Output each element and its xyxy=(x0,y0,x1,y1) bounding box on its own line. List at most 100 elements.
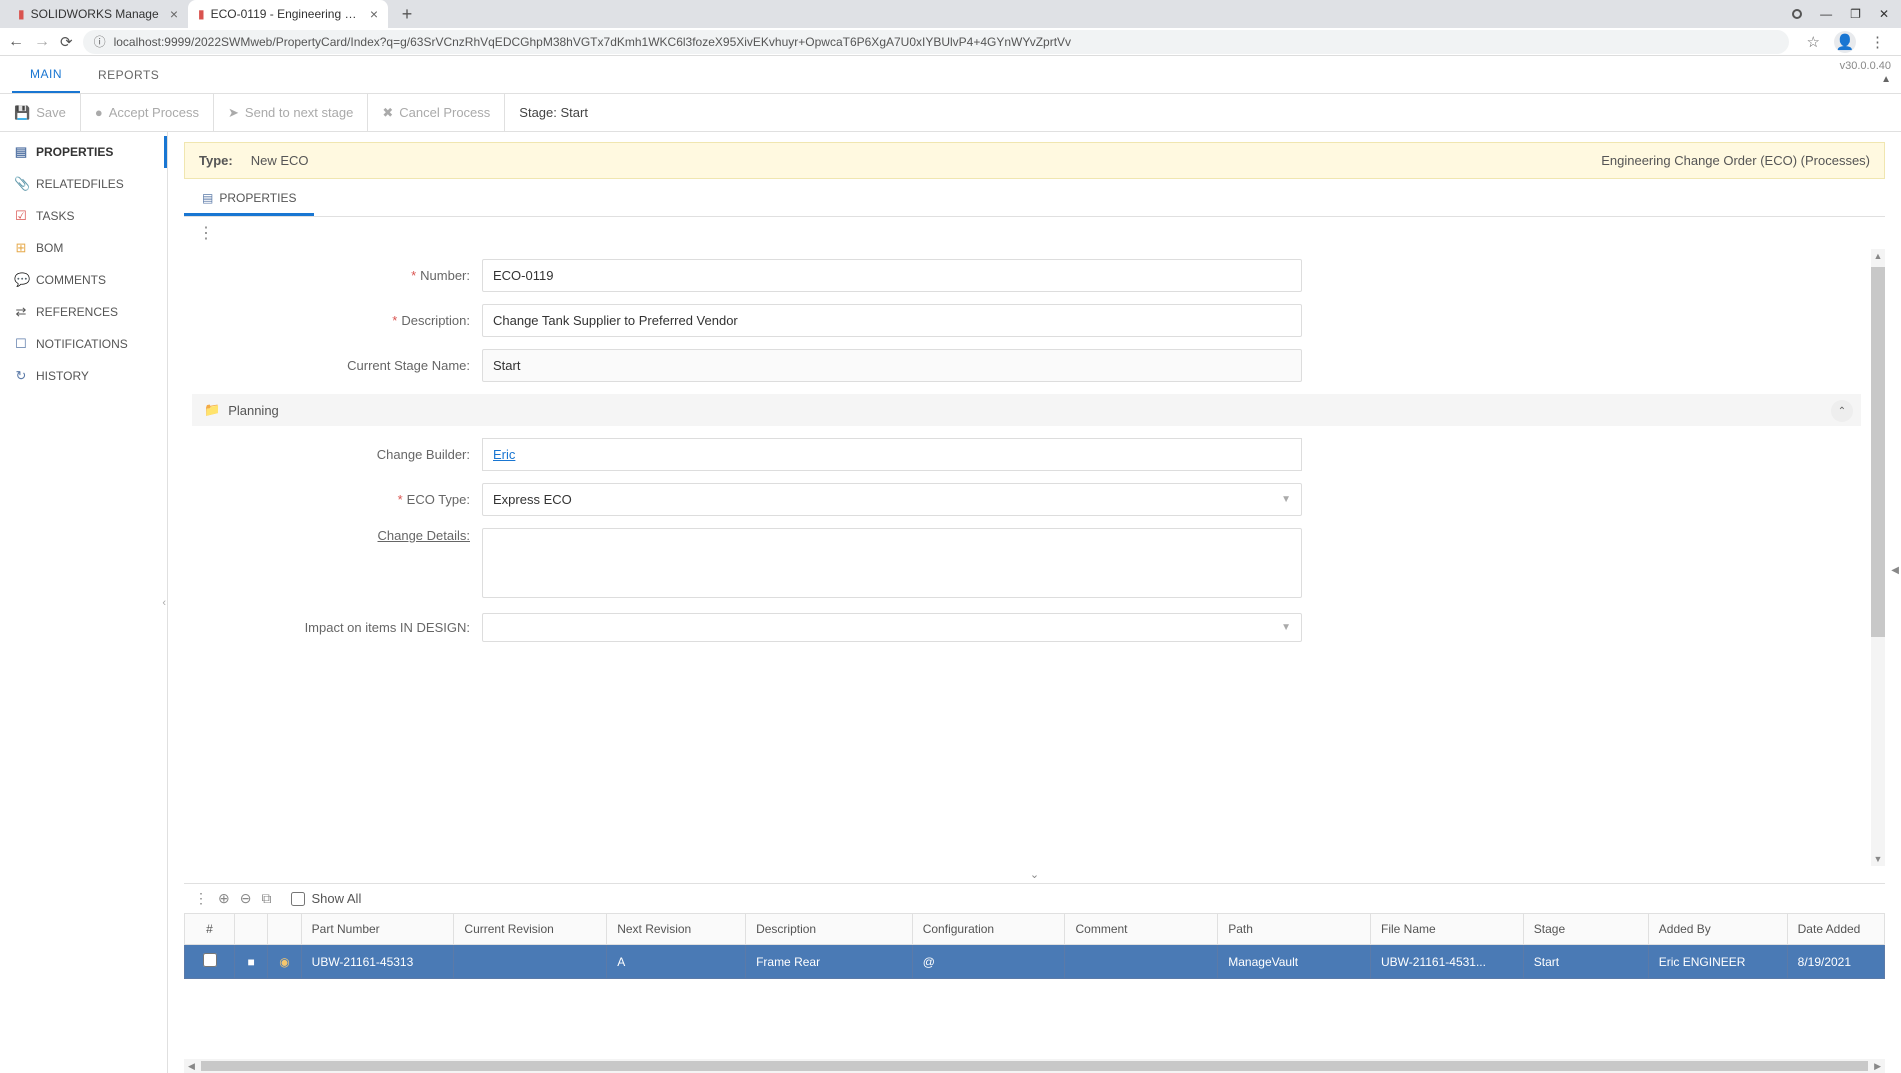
grid-menu-icon[interactable]: ⋮ xyxy=(194,890,208,907)
sidebar-item-tasks[interactable]: ☑ TASKS xyxy=(0,200,167,232)
impact-select[interactable]: ▼ xyxy=(482,613,1302,642)
cell-comment xyxy=(1065,945,1218,979)
folder-icon: 📁 xyxy=(204,402,220,418)
toolbar: 💾 Save ● Accept Process ➤ Send to next s… xyxy=(0,94,1901,132)
browser-tab-0[interactable]: ▮ SOLIDWORKS Manage × xyxy=(8,0,188,28)
col-stage[interactable]: Stage xyxy=(1523,914,1648,945)
cell-filename: UBW-21161-4531... xyxy=(1371,945,1524,979)
minimize-icon[interactable]: — xyxy=(1820,7,1832,21)
sidebar-item-comments[interactable]: 💬 COMMENTS xyxy=(0,264,167,296)
url-text: localhost:9999/2022SWMweb/PropertyCard/I… xyxy=(114,35,1071,49)
back-button[interactable]: ← xyxy=(8,33,24,51)
col-configuration[interactable]: Configuration xyxy=(912,914,1065,945)
expand-panel-icon[interactable]: ⌄ xyxy=(184,866,1885,883)
sidebar-item-bom[interactable]: ⊞ BOM xyxy=(0,232,167,264)
form-vertical-scrollbar[interactable]: ▲ ▼ xyxy=(1871,249,1885,866)
row-checkbox[interactable] xyxy=(203,953,217,967)
col-icon2[interactable] xyxy=(268,914,301,945)
menu-icon[interactable]: ⋮ xyxy=(1870,33,1885,51)
save-icon: 💾 xyxy=(14,105,30,121)
right-panel-expand-icon[interactable]: ◀ xyxy=(1891,565,1899,576)
accept-icon: ● xyxy=(95,105,103,120)
scroll-thumb[interactable] xyxy=(1871,267,1885,637)
bookmark-icon[interactable]: ☆ xyxy=(1807,33,1820,51)
section-collapse-icon[interactable]: ⌃ xyxy=(1831,400,1853,422)
save-button[interactable]: 💾 Save xyxy=(0,94,81,131)
col-description[interactable]: Description xyxy=(746,914,913,945)
col-currentrev[interactable]: Current Revision xyxy=(454,914,607,945)
ecotype-select[interactable]: Express ECO ▼ xyxy=(482,483,1302,516)
tab-reports[interactable]: REPORTS xyxy=(80,56,177,93)
sidebar-item-references[interactable]: ⇄ REFERENCES xyxy=(0,296,167,328)
col-num[interactable]: # xyxy=(185,914,235,945)
hscroll-thumb[interactable] xyxy=(201,1061,1868,1071)
changedetails-label[interactable]: Change Details: xyxy=(192,528,482,543)
forward-button[interactable]: → xyxy=(34,33,50,51)
reload-button[interactable]: ⟳ xyxy=(60,33,73,51)
impact-label: Impact on items IN DESIGN: xyxy=(192,620,482,635)
show-all-checkbox[interactable] xyxy=(291,892,305,906)
col-addedby[interactable]: Added By xyxy=(1648,914,1787,945)
close-icon[interactable]: × xyxy=(170,6,178,22)
type-label: Type: xyxy=(199,153,233,168)
show-all-toggle[interactable]: Show All xyxy=(291,891,361,906)
scroll-left-icon[interactable]: ◀ xyxy=(184,1061,199,1072)
site-info-icon[interactable]: ⓘ xyxy=(94,33,106,50)
sidebar-item-history[interactable]: ↻ HISTORY xyxy=(0,360,167,392)
address-bar[interactable]: ⓘ localhost:9999/2022SWMweb/PropertyCard… xyxy=(83,30,1789,54)
browser-right-icons: ☆ 👤 ⋮ xyxy=(1799,31,1893,53)
form-row-changedetails: Change Details: xyxy=(192,528,1861,601)
grid-horizontal-scrollbar[interactable]: ◀ ▶ xyxy=(184,1059,1885,1073)
record-icon[interactable] xyxy=(1792,9,1802,19)
send-next-stage-button[interactable]: ➤ Send to next stage xyxy=(214,94,368,131)
scroll-up-icon[interactable]: ▲ xyxy=(1871,249,1885,263)
form-row-description: *Description: xyxy=(192,304,1861,337)
tab-main[interactable]: MAIN xyxy=(12,56,80,93)
col-path[interactable]: Path xyxy=(1218,914,1371,945)
number-input[interactable] xyxy=(482,259,1302,292)
stagename-input[interactable] xyxy=(482,349,1302,382)
changedetails-textarea[interactable] xyxy=(482,528,1302,598)
cancel-icon: ✖ xyxy=(382,105,393,121)
sidebar-item-label: TASKS xyxy=(36,209,74,223)
grid-row[interactable]: ■ ◉ UBW-21161-45313 A Frame Rear @ Manag… xyxy=(185,945,1885,979)
cell-path: ManageVault xyxy=(1218,945,1371,979)
collapse-header-icon[interactable]: ▲ xyxy=(1881,74,1891,85)
tab-strip: ▮ SOLIDWORKS Manage × ▮ ECO-0119 - Engin… xyxy=(0,0,1901,28)
sidebar-item-properties[interactable]: ▤ PROPERTIES xyxy=(0,136,167,168)
col-dateadded[interactable]: Date Added xyxy=(1787,914,1884,945)
sidebar-collapse-icon[interactable]: ‹ xyxy=(160,591,168,615)
sidebar-item-relatedfiles[interactable]: 📎 RELATEDFILES xyxy=(0,168,167,200)
maximize-icon[interactable]: ❐ xyxy=(1850,7,1861,21)
profile-avatar[interactable]: 👤 xyxy=(1834,31,1856,53)
cancel-process-button[interactable]: ✖ Cancel Process xyxy=(368,94,505,131)
show-all-label: Show All xyxy=(311,891,361,906)
content-tab-properties[interactable]: ▤ PROPERTIES xyxy=(184,183,314,216)
content-tabbar: ▤ PROPERTIES xyxy=(184,183,1885,217)
new-tab-button[interactable]: + xyxy=(394,1,420,27)
accept-process-button[interactable]: ● Accept Process xyxy=(81,94,214,131)
col-partnumber[interactable]: Part Number xyxy=(301,914,454,945)
scroll-down-icon[interactable]: ▼ xyxy=(1871,852,1885,866)
sidebar-item-notifications[interactable]: ☐ NOTIFICATIONS xyxy=(0,328,167,360)
col-icon1[interactable] xyxy=(235,914,268,945)
scroll-right-icon[interactable]: ▶ xyxy=(1870,1061,1885,1072)
form-row-stagename: Current Stage Name: xyxy=(192,349,1861,382)
changebuilder-link[interactable]: Eric xyxy=(493,447,515,462)
description-input[interactable] xyxy=(482,304,1302,337)
close-window-icon[interactable]: ✕ xyxy=(1879,7,1889,21)
browser-tab-1[interactable]: ▮ ECO-0119 - Engineering Change × xyxy=(188,0,388,28)
section-planning-header[interactable]: 📁 Planning ⌃ xyxy=(192,394,1861,426)
grid-remove-icon[interactable]: ⊖ xyxy=(240,890,252,907)
comments-icon: 💬 xyxy=(14,272,28,288)
close-icon[interactable]: × xyxy=(370,6,378,22)
col-comment[interactable]: Comment xyxy=(1065,914,1218,945)
more-options-icon[interactable]: ⋮ xyxy=(184,217,1885,249)
col-nextrev[interactable]: Next Revision xyxy=(607,914,746,945)
grid-add-icon[interactable]: ⊕ xyxy=(218,890,230,907)
save-label: Save xyxy=(36,105,66,120)
col-filename[interactable]: File Name xyxy=(1371,914,1524,945)
tab-favicon: ▮ xyxy=(18,7,25,21)
grid-copy-icon[interactable]: ⧉ xyxy=(261,890,271,907)
ecotype-label: *ECO Type: xyxy=(192,492,482,507)
